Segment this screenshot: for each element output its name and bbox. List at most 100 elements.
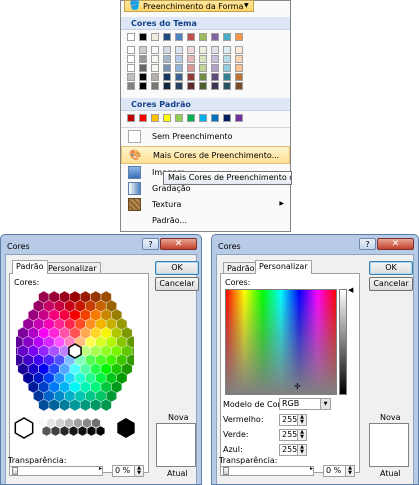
close-button[interactable]: ✕ — [160, 238, 197, 250]
theme-color-swatch[interactable] — [175, 82, 183, 90]
theme-color-swatch[interactable] — [127, 64, 135, 72]
slider-thumb[interactable] — [12, 467, 18, 475]
gray-hex-cell[interactable] — [64, 417, 74, 429]
theme-color-swatch[interactable] — [199, 73, 207, 81]
theme-color-swatch[interactable] — [187, 82, 195, 90]
theme-color-swatch[interactable] — [163, 73, 171, 81]
slider-thumb[interactable] — [223, 467, 229, 475]
gray-hex-cell[interactable] — [46, 417, 56, 429]
theme-color-swatch[interactable] — [187, 33, 195, 41]
theme-color-swatch[interactable] — [151, 82, 159, 90]
theme-color-swatch[interactable] — [223, 33, 231, 41]
standard-color-swatch[interactable] — [139, 114, 147, 122]
theme-color-swatch[interactable] — [211, 82, 219, 90]
gray-hex-cell[interactable] — [51, 425, 60, 437]
blue-input[interactable]: 255 ▲ ▼ — [279, 444, 307, 456]
gray-hex-cell[interactable] — [91, 417, 101, 429]
theme-color-swatch[interactable] — [163, 33, 171, 41]
transparency-slider[interactable] — [220, 466, 314, 476]
theme-color-swatch[interactable] — [223, 82, 231, 90]
theme-color-swatch[interactable] — [127, 33, 135, 41]
standard-color-swatch[interactable] — [235, 114, 243, 122]
spinner-icon[interactable]: ▲ ▼ — [297, 415, 306, 425]
theme-color-swatch[interactable] — [187, 46, 195, 54]
tab-standard[interactable]: Padrão — [12, 260, 48, 274]
standard-color-swatch[interactable] — [199, 114, 207, 122]
black-hex-cell[interactable] — [117, 418, 135, 438]
gray-hex-cell[interactable] — [82, 417, 92, 429]
theme-color-swatch[interactable] — [187, 64, 195, 72]
cancel-button[interactable]: Cancelar — [155, 277, 199, 291]
gray-hex-cell[interactable] — [55, 417, 65, 429]
theme-color-swatch[interactable] — [151, 46, 159, 54]
gray-hex-cell[interactable] — [77, 425, 88, 437]
color-model-select[interactable]: RGB ▼ — [279, 398, 331, 410]
theme-color-swatch[interactable] — [223, 73, 231, 81]
gray-hex-cell[interactable] — [42, 425, 51, 437]
theme-color-swatch[interactable] — [199, 82, 207, 90]
close-button[interactable]: ✕ — [377, 238, 414, 250]
more-fill-colors-item[interactable]: 🎨 Mais Cores de Preenchimento... — [121, 146, 290, 164]
theme-color-swatch[interactable] — [223, 55, 231, 63]
theme-color-swatch[interactable] — [175, 46, 183, 54]
theme-color-swatch[interactable] — [139, 33, 147, 41]
theme-color-swatch[interactable] — [211, 46, 219, 54]
color-hexagon-picker[interactable] — [16, 290, 134, 412]
theme-color-swatch[interactable] — [151, 73, 159, 81]
pattern-fill-item[interactable]: Padrão... — [121, 212, 290, 230]
theme-color-swatch[interactable] — [139, 46, 147, 54]
theme-color-swatch[interactable] — [235, 33, 243, 41]
theme-color-swatch[interactable] — [235, 82, 243, 90]
shape-fill-button[interactable]: 🪣 Preenchimento da Forma ▼ — [124, 0, 254, 12]
theme-color-swatch[interactable] — [235, 73, 243, 81]
gray-hex-cell[interactable] — [73, 417, 83, 429]
theme-color-swatch[interactable] — [199, 33, 207, 41]
transparency-slider[interactable] — [9, 466, 103, 476]
theme-color-swatch[interactable] — [139, 82, 147, 90]
gray-hex-cell[interactable] — [69, 425, 78, 437]
ok-button[interactable]: OK — [369, 261, 413, 275]
ok-button[interactable]: OK — [155, 261, 199, 275]
theme-color-swatch[interactable] — [211, 55, 219, 63]
theme-color-swatch[interactable] — [187, 73, 195, 81]
theme-color-swatch[interactable] — [163, 46, 171, 54]
theme-color-swatch[interactable] — [163, 55, 171, 63]
slider-right-arrow-icon[interactable]: ▸ — [99, 465, 102, 472]
white-hex-cell[interactable] — [14, 417, 34, 439]
gray-hex-cell[interactable] — [95, 425, 106, 437]
theme-color-swatch[interactable] — [211, 33, 219, 41]
spinner-icon[interactable]: ▲ ▼ — [345, 466, 354, 476]
gray-hex-cell[interactable] — [37, 417, 47, 429]
theme-color-swatch[interactable] — [211, 73, 219, 81]
theme-color-swatch[interactable] — [127, 46, 135, 54]
chevron-down-icon[interactable]: ▼ — [320, 399, 330, 409]
help-button[interactable]: ? — [142, 238, 159, 250]
standard-color-swatch[interactable] — [151, 114, 159, 122]
standard-color-swatch[interactable] — [163, 114, 171, 122]
luminance-slider[interactable] — [339, 289, 347, 395]
theme-color-swatch[interactable] — [199, 46, 207, 54]
theme-color-swatch[interactable] — [151, 55, 159, 63]
theme-color-swatch[interactable] — [223, 64, 231, 72]
theme-color-swatch[interactable] — [151, 64, 159, 72]
theme-color-swatch[interactable] — [199, 55, 207, 63]
standard-color-swatch[interactable] — [211, 114, 219, 122]
theme-color-swatch[interactable] — [127, 82, 135, 90]
theme-color-swatch[interactable] — [139, 55, 147, 63]
spinner-icon[interactable]: ▲ ▼ — [134, 466, 143, 476]
no-fill-item[interactable]: Sem Preenchimento — [121, 128, 290, 146]
theme-color-swatch[interactable] — [235, 46, 243, 54]
theme-color-swatch[interactable] — [163, 64, 171, 72]
help-button[interactable]: ? — [359, 238, 376, 250]
standard-color-swatch[interactable] — [223, 114, 231, 122]
red-input[interactable]: 255 ▲ ▼ — [279, 414, 307, 426]
theme-color-swatch[interactable] — [139, 64, 147, 72]
theme-color-swatch[interactable] — [199, 64, 207, 72]
theme-color-swatch[interactable] — [187, 55, 195, 63]
theme-color-swatch[interactable] — [139, 73, 147, 81]
color-spectrum-field[interactable]: ✛ — [225, 289, 337, 395]
theme-color-swatch[interactable] — [163, 82, 171, 90]
gray-hex-cell[interactable] — [60, 425, 69, 437]
theme-color-swatch[interactable] — [175, 64, 183, 72]
grayscale-picker[interactable] — [14, 416, 146, 442]
